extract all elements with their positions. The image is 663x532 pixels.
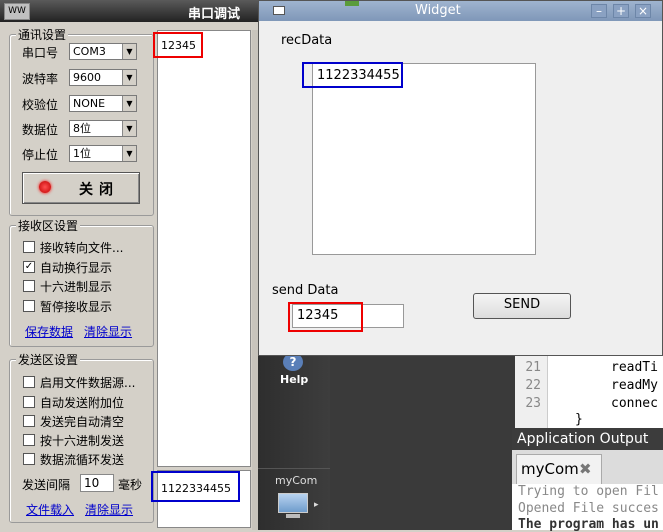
widget-window: Widget – + × recData 1122334455 send Dat… (258, 0, 663, 356)
interval-label: 发送间隔 (22, 478, 71, 492)
maximize-icon[interactable]: + (613, 4, 629, 18)
output-text: Trying to open Fil Opened File succes Th… (512, 484, 663, 532)
receive-settings-title: 接收区设置 (16, 217, 81, 234)
code-line: } (575, 412, 583, 427)
monitor-icon[interactable] (278, 493, 308, 513)
clear-send-link[interactable]: 清除显示 (85, 501, 133, 518)
databits-select[interactable]: 8位 ▼ (69, 120, 137, 137)
code-editor[interactable]: 21 22 23 readTi readMy connec } (515, 356, 663, 428)
send-option-label: 启用文件数据源... (40, 376, 136, 390)
recv-option-label: 接收转向文件... (40, 241, 124, 255)
highlight-box-blue (302, 62, 403, 88)
parity-select[interactable]: NONE ▼ (69, 95, 137, 112)
send-option-label: 按十六进制发送 (40, 434, 125, 448)
highlight-box-red (153, 32, 203, 58)
recv-to-file-checkbox[interactable] (23, 241, 35, 253)
interval-input[interactable]: 10 (80, 474, 114, 492)
widget-titlebar: Widget – + × (259, 1, 662, 21)
send-option-label: 数据流循环发送 (40, 453, 125, 467)
code-line: readMy (611, 378, 658, 393)
play-arrow-icon[interactable]: ▸ (314, 500, 319, 510)
send-button[interactable]: SEND (473, 293, 571, 319)
baud-label: 波特率 (22, 72, 59, 86)
close-port-label: 关闭 (79, 182, 119, 198)
chevron-down-icon[interactable]: ▼ (122, 70, 136, 85)
parity-label: 校验位 (22, 98, 59, 112)
clear-recv-link[interactable]: 清除显示 (84, 323, 132, 340)
window-title: 串口调试 (188, 7, 241, 22)
highlight-box-red (288, 302, 363, 332)
close-port-button[interactable]: 关闭 (22, 172, 140, 204)
divider (258, 468, 330, 469)
output-tabbar: myCom ✖ (512, 450, 663, 484)
receive-textarea[interactable]: 12345 (157, 30, 251, 467)
send-option-label: 发送完自动清空 (40, 415, 125, 429)
interval-unit: 毫秒 (118, 478, 143, 492)
chevron-down-icon[interactable]: ▼ (122, 96, 136, 111)
taskbar-arrow-icon (345, 1, 359, 6)
minimize-icon[interactable]: – (591, 4, 607, 18)
file-source-checkbox[interactable] (23, 376, 35, 388)
line-number: 21 (525, 360, 541, 375)
chevron-down-icon[interactable]: ▼ (122, 44, 136, 59)
send-data-label: send Data (272, 283, 339, 298)
send-settings-title: 发送区设置 (16, 351, 81, 368)
port-select[interactable]: COM3 ▼ (69, 43, 137, 60)
close-icon[interactable]: ✖ (579, 460, 592, 478)
monitor-stand (286, 514, 300, 518)
serial-tool-window: WW 串口调试 通讯设置 串口号 COM3 ▼ 波特率 9600 ▼ 校验位 NON… (0, 0, 258, 530)
code-line: readTi (611, 360, 658, 375)
status-led-icon (39, 181, 51, 193)
output-panel-title: Application Output (512, 428, 663, 450)
output-tab-label: myCom (521, 460, 579, 478)
hex-display-checkbox[interactable] (23, 280, 35, 292)
line-number: 22 (525, 378, 541, 393)
line-number: 23 (525, 396, 541, 411)
close-icon[interactable]: × (635, 4, 651, 18)
app-icon: WW (4, 3, 30, 20)
output-tab[interactable]: myCom ✖ (516, 454, 602, 484)
output-line: Trying to open Fil (518, 484, 659, 499)
serial-tool-titlebar: WW 串口调试 (0, 0, 258, 22)
recv-option-label: 自动换行显示 (40, 261, 113, 275)
load-file-link[interactable]: 文件载入 (26, 501, 74, 518)
widget-title: Widget (415, 3, 461, 18)
pause-recv-checkbox[interactable] (23, 300, 35, 312)
baud-select[interactable]: 9600 ▼ (69, 69, 137, 86)
chevron-down-icon[interactable]: ▼ (122, 146, 136, 161)
rec-data-textbox[interactable]: 1122334455 (312, 63, 536, 255)
output-line: Opened File succes (518, 501, 659, 516)
rec-data-label: recData (281, 33, 333, 48)
auto-wrap-checkbox[interactable]: ✓ (23, 261, 35, 273)
recv-option-label: 暂停接收显示 (40, 300, 113, 314)
code-line: connec (611, 396, 658, 411)
loop-send-checkbox[interactable] (23, 453, 35, 465)
recv-option-label: 十六进制显示 (40, 280, 113, 294)
chevron-down-icon[interactable]: ▼ (122, 121, 136, 136)
stopbits-select[interactable]: 1位 ▼ (69, 145, 137, 162)
auto-clear-checkbox[interactable] (23, 415, 35, 427)
port-label: 串口号 (22, 46, 59, 60)
append-bits-checkbox[interactable] (23, 396, 35, 408)
comm-settings-title: 通讯设置 (16, 26, 69, 43)
window-menu-icon[interactable] (273, 6, 285, 15)
hex-send-checkbox[interactable] (23, 434, 35, 446)
save-data-link[interactable]: 保存数据 (25, 323, 73, 340)
help-label: Help (280, 373, 309, 386)
stopbits-label: 停止位 (22, 148, 59, 162)
send-option-label: 自动发送附加位 (40, 396, 125, 410)
project-label: myCom (275, 474, 318, 487)
highlight-box-blue (151, 471, 240, 502)
databits-label: 数据位 (22, 123, 59, 137)
